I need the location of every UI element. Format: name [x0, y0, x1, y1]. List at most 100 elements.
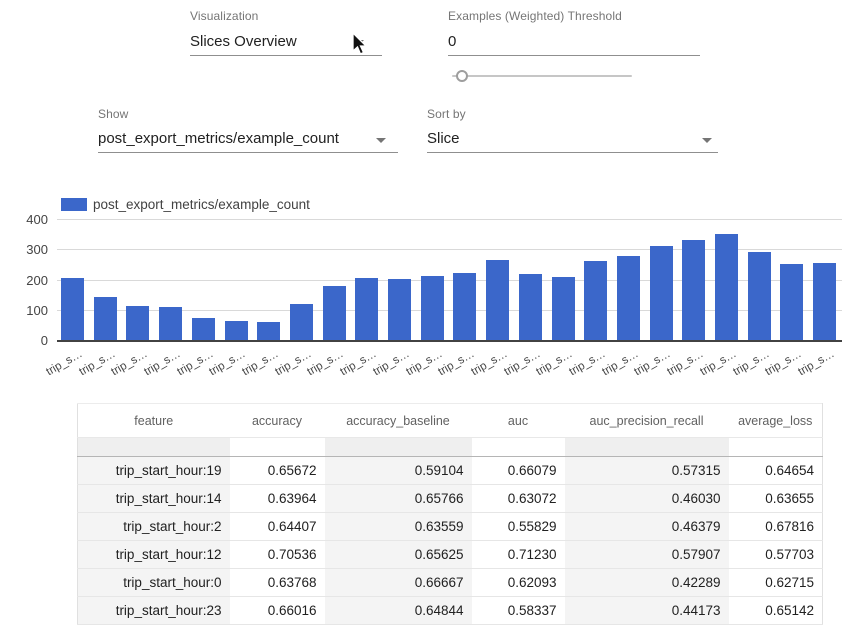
bar[interactable]	[486, 260, 509, 340]
feature-cell: trip_start_hour:2	[78, 513, 230, 541]
bar[interactable]	[650, 246, 673, 340]
table-row[interactable]: trip_start_hour:140.639640.657660.630720…	[78, 485, 823, 513]
bar[interactable]	[225, 321, 248, 340]
column-header-auc: auc	[472, 404, 565, 438]
bar[interactable]	[552, 277, 575, 340]
table-row[interactable]: trip_start_hour:120.705360.656250.71230 0…	[78, 541, 823, 569]
filter-cell	[472, 438, 565, 457]
metric-cell: 0.66016	[230, 597, 325, 625]
metric-cell: 0.65142	[729, 597, 823, 625]
x-tick-label: trip_s…	[404, 348, 444, 378]
bar[interactable]	[61, 278, 84, 340]
y-tick-label: 400	[8, 212, 48, 227]
table-row[interactable]: trip_start_hour:190.656720.591040.660790…	[78, 457, 823, 485]
metric-cell: 0.71230	[472, 541, 565, 569]
bar[interactable]	[323, 286, 346, 340]
x-axis-labels: trip_s…trip_s…trip_s…trip_s…trip_s…trip_…	[0, 0, 863, 60]
table-row[interactable]: trip_start_hour:20.644070.635590.558290.…	[78, 513, 823, 541]
bar[interactable]	[94, 297, 117, 340]
x-tick-label: trip_s…	[764, 348, 804, 378]
gridline	[57, 219, 842, 220]
metric-cell: 0.59104	[325, 457, 472, 485]
metric-cell: 0.70536	[230, 541, 325, 569]
x-tick-label: trip_s…	[371, 348, 411, 378]
threshold-slider-thumb[interactable]	[456, 70, 468, 82]
bar[interactable]	[780, 264, 803, 340]
bar-chart-plot-area	[57, 219, 842, 342]
x-tick-label: trip_s…	[600, 348, 640, 378]
metric-cell: 0.57315	[565, 457, 729, 485]
threshold-slider-track[interactable]	[452, 75, 632, 77]
feature-cell: trip_start_hour:12	[78, 541, 230, 569]
metric-cell: 0.63072	[472, 485, 565, 513]
x-tick-label: trip_s…	[633, 348, 673, 378]
table-filter-row	[78, 438, 823, 457]
x-axis-line	[57, 340, 842, 342]
metric-cell: 0.65625	[325, 541, 472, 569]
column-header-auc_precision_recall: auc_precision_recall	[565, 404, 729, 438]
bar[interactable]	[715, 234, 738, 340]
feature-cell: trip_start_hour:19	[78, 457, 230, 485]
metric-cell: 0.44173	[565, 597, 729, 625]
metric-cell: 0.67816	[729, 513, 823, 541]
show-underline	[98, 152, 398, 153]
x-tick-label: trip_s…	[796, 348, 836, 378]
bar[interactable]	[748, 252, 771, 340]
bar[interactable]	[617, 256, 640, 340]
filter-cell	[729, 438, 823, 457]
y-tick-label: 300	[8, 242, 48, 257]
metric-cell: 0.62093	[472, 569, 565, 597]
column-header-feature: feature	[78, 404, 230, 438]
x-tick-label: trip_s…	[208, 348, 248, 378]
feature-cell: trip_start_hour:23	[78, 597, 230, 625]
feature-cell: trip_start_hour:0	[78, 569, 230, 597]
bar[interactable]	[421, 276, 444, 340]
chevron-down-icon[interactable]	[702, 138, 712, 143]
metric-cell: 0.57703	[729, 541, 823, 569]
filter-cell	[325, 438, 472, 457]
x-tick-label: trip_s…	[567, 348, 607, 378]
show-label: Show	[98, 107, 128, 121]
x-tick-label: trip_s…	[698, 348, 738, 378]
x-tick-label: trip_s…	[77, 348, 117, 378]
bar[interactable]	[584, 261, 607, 340]
metric-cell: 0.42289	[565, 569, 729, 597]
x-tick-label: trip_s…	[110, 348, 150, 378]
filter-cell	[230, 438, 325, 457]
bar[interactable]	[355, 278, 378, 340]
metric-cell: 0.63768	[230, 569, 325, 597]
bar[interactable]	[159, 307, 182, 340]
show-select[interactable]: post_export_metrics/example_count	[98, 130, 339, 147]
bar[interactable]	[290, 304, 313, 340]
x-tick-label: trip_s…	[469, 348, 509, 378]
x-tick-label: trip_s…	[338, 348, 378, 378]
y-tick-label: 200	[8, 273, 48, 288]
metric-cell: 0.63559	[325, 513, 472, 541]
metrics-table: featureaccuracyaccuracy_baselineaucauc_p…	[77, 403, 823, 625]
x-tick-label: trip_s…	[665, 348, 705, 378]
chevron-down-icon[interactable]	[376, 138, 386, 143]
x-tick-label: trip_s…	[437, 348, 477, 378]
bar[interactable]	[388, 279, 411, 340]
table-header-row: featureaccuracyaccuracy_baselineaucauc_p…	[78, 404, 823, 438]
metric-cell: 0.66079	[472, 457, 565, 485]
bar[interactable]	[813, 263, 836, 340]
x-tick-label: trip_s…	[273, 348, 313, 378]
column-header-average_loss: average_loss	[729, 404, 823, 438]
bar[interactable]	[126, 306, 149, 340]
metric-cell: 0.64844	[325, 597, 472, 625]
legend-swatch	[61, 198, 87, 211]
x-tick-label: trip_s…	[175, 348, 215, 378]
x-tick-label: trip_s…	[240, 348, 280, 378]
table-row[interactable]: trip_start_hour:230.660160.648440.583370…	[78, 597, 823, 625]
sort-by-label: Sort by	[427, 107, 466, 121]
x-tick-label: trip_s…	[142, 348, 182, 378]
table-row[interactable]: trip_start_hour:00.637680.666670.620930.…	[78, 569, 823, 597]
bar[interactable]	[192, 318, 215, 340]
bar[interactable]	[257, 322, 280, 340]
bar[interactable]	[519, 274, 542, 340]
bar[interactable]	[453, 273, 476, 340]
bar[interactable]	[682, 240, 705, 340]
sort-by-underline	[427, 152, 718, 153]
sort-by-select[interactable]: Slice	[427, 130, 460, 147]
